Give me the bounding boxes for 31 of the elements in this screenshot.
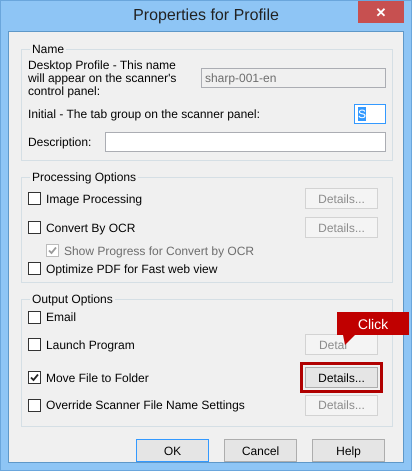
- details-button[interactable]: Details...: [305, 367, 378, 388]
- checkbox[interactable]: [28, 221, 41, 234]
- dialog-button[interactable]: OK: [136, 439, 209, 462]
- checkbox[interactable]: [28, 371, 41, 384]
- group-legend: Name: [30, 42, 66, 56]
- group-legend: Output Options: [30, 292, 115, 306]
- option-label: Override Scanner File Name Settings: [46, 398, 245, 412]
- checkbox[interactable]: [28, 310, 41, 324]
- dialog-button[interactable]: Cancel: [224, 439, 297, 462]
- initial-label: Initial - The tab group on the scanner panel:: [28, 107, 260, 121]
- checkbox[interactable]: [28, 192, 41, 205]
- option-label: Convert By OCR: [46, 220, 136, 234]
- checkmark-icon: [48, 246, 57, 255]
- dialog-button[interactable]: Help: [312, 439, 385, 462]
- checkmark-icon: [30, 373, 39, 382]
- initial-field[interactable]: S: [354, 104, 386, 124]
- option-label: Launch Program: [46, 338, 135, 352]
- checkbox[interactable]: [28, 398, 41, 412]
- description-field[interactable]: [105, 132, 386, 152]
- option-label: Image Processing: [46, 192, 142, 206]
- checkbox[interactable]: [28, 338, 41, 351]
- window-title: Properties for Profile: [133, 7, 279, 25]
- option-label: Show Progress for Convert by OCR: [64, 244, 254, 258]
- profile-label: Desktop Profile - This name will appear on the scanner's control panel:: [28, 58, 178, 98]
- group-legend: Processing Options: [30, 170, 138, 184]
- option-label: Optimize PDF for Fast web view: [46, 262, 218, 276]
- option-label: Email: [46, 310, 76, 324]
- option-label: Move File to Folder: [46, 370, 149, 384]
- checkbox[interactable]: [28, 262, 41, 275]
- description-label: Description:: [28, 135, 92, 149]
- close-button[interactable]: ✕: [358, 1, 404, 23]
